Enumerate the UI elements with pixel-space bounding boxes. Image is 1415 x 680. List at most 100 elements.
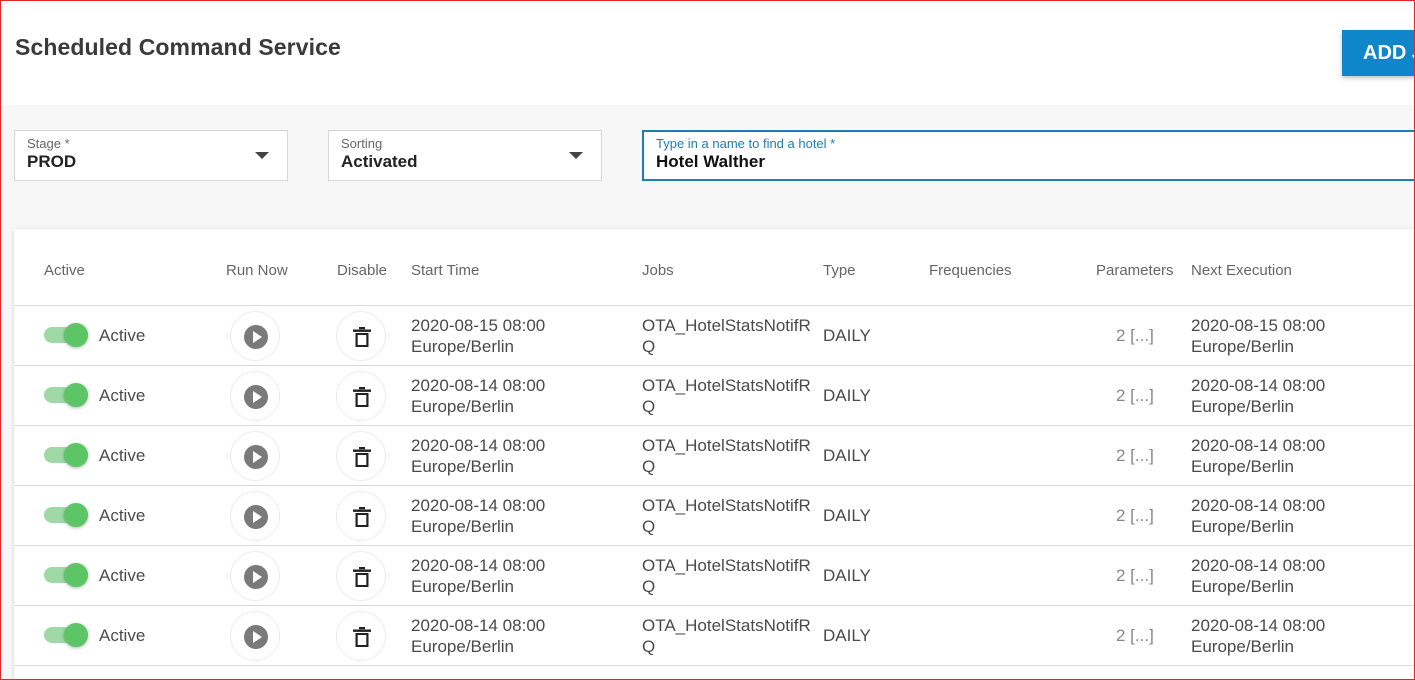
next-execution-date: 2020-08-14 08:00 (1191, 556, 1326, 575)
jobs-cell: OTA_HotelStatsNotifR Q (642, 555, 811, 597)
column-header-type[interactable]: Type (823, 262, 856, 279)
jobs-cell: OTA_HotelStatsNotifR Q (642, 435, 811, 477)
column-header-parameters[interactable]: Parameters (1096, 262, 1174, 279)
jobs-cell: OTA_HotelStatsNotifR Q (642, 495, 811, 537)
parameters-link[interactable]: 2 [...] (1116, 505, 1154, 526)
table-row: Active 2020-08-14 08:00 Europe/Berlin OTA_H… (14, 486, 1415, 546)
next-execution-cell: 2020-08-15 08:00 Europe/Berlin (1191, 315, 1325, 357)
toggle-knob (64, 443, 88, 467)
run-now-button[interactable] (230, 311, 280, 361)
type-cell: DAILY (823, 446, 871, 465)
column-header-frequencies[interactable]: Frequencies (929, 262, 1012, 279)
start-time-date: 2020-08-15 08:00 (411, 316, 546, 335)
chevron-down-icon (569, 152, 583, 159)
type-cell: DAILY (823, 326, 871, 345)
hotel-search-input[interactable] (656, 152, 1356, 172)
active-toggle[interactable] (44, 383, 90, 407)
run-now-button[interactable] (230, 371, 280, 421)
disable-button[interactable] (336, 551, 386, 601)
sorting-select-label: Sorting (341, 136, 383, 151)
play-icon (244, 445, 268, 469)
parameters-link[interactable]: 2 [...] (1116, 325, 1154, 346)
active-status-label: Active (99, 566, 146, 585)
next-execution-cell: 2020-08-14 08:00 Europe/Berlin (1191, 615, 1325, 657)
next-execution-date: 2020-08-14 08:00 (1191, 436, 1326, 455)
app-header: Scheduled Command Service ADD J (0, 0, 1415, 105)
next-execution-cell: 2020-08-14 08:00 Europe/Berlin (1191, 555, 1325, 597)
disable-button[interactable] (336, 491, 386, 541)
next-execution-cell: 2020-08-14 08:00 Europe/Berlin (1191, 435, 1325, 477)
stage-select[interactable]: Stage * PROD (14, 130, 288, 181)
start-time-date: 2020-08-14 08:00 (411, 376, 546, 395)
table-row: Active 2020-08-14 08:00 Europe/Berlin OTA_H… (14, 606, 1415, 666)
parameters-link[interactable]: 2 [...] (1116, 385, 1154, 406)
start-time-date: 2020-08-14 08:00 (411, 496, 546, 515)
play-icon (244, 325, 268, 349)
trash-icon (353, 567, 371, 587)
play-icon (244, 505, 268, 529)
active-status-label: Active (99, 386, 146, 405)
column-header-active[interactable]: Active (44, 262, 85, 279)
active-toggle[interactable] (44, 623, 90, 647)
disable-button[interactable] (336, 311, 386, 361)
run-now-button[interactable] (230, 611, 280, 661)
stage-select-label: Stage * (27, 136, 70, 151)
column-header-run-now[interactable]: Run Now (226, 262, 288, 279)
job-name-line-1: OTA_HotelStatsNotifR (642, 556, 811, 575)
start-time-cell: 2020-08-14 08:00 Europe/Berlin (411, 555, 545, 597)
add-job-button[interactable]: ADD J (1342, 30, 1415, 76)
trash-icon (353, 447, 371, 467)
start-time-date: 2020-08-14 08:00 (411, 616, 546, 635)
jobs-cell: OTA_HotelStatsNotifR Q (642, 615, 811, 657)
run-now-button[interactable] (230, 431, 280, 481)
start-time-timezone: Europe/Berlin (411, 397, 515, 416)
start-time-timezone: Europe/Berlin (411, 337, 515, 356)
start-time-date: 2020-08-14 08:00 (411, 436, 546, 455)
job-name-line-2: Q (642, 397, 656, 416)
disable-button[interactable] (336, 431, 386, 481)
jobs-cell: OTA_HotelStatsNotifR Q (642, 375, 811, 417)
next-execution-cell: 2020-08-14 08:00 Europe/Berlin (1191, 495, 1325, 537)
active-toggle[interactable] (44, 443, 90, 467)
trash-icon (353, 627, 371, 647)
start-time-cell: 2020-08-14 08:00 Europe/Berlin (411, 435, 545, 477)
start-time-timezone: Europe/Berlin (411, 457, 515, 476)
sorting-select[interactable]: Sorting Activated (328, 130, 602, 181)
parameters-link[interactable]: 2 [...] (1116, 565, 1154, 586)
next-execution-date: 2020-08-15 08:00 (1191, 316, 1326, 335)
chevron-down-icon (255, 152, 269, 159)
active-status-label: Active (99, 326, 146, 345)
disable-button[interactable] (336, 611, 386, 661)
next-execution-timezone: Europe/Berlin (1191, 637, 1295, 656)
job-name-line-1: OTA_HotelStatsNotifR (642, 316, 811, 335)
next-execution-date: 2020-08-14 08:00 (1191, 616, 1326, 635)
next-execution-timezone: Europe/Berlin (1191, 517, 1295, 536)
start-time-cell: 2020-08-14 08:00 Europe/Berlin (411, 495, 545, 537)
type-cell: DAILY (823, 626, 871, 645)
type-cell: DAILY (823, 386, 871, 405)
active-toggle[interactable] (44, 323, 90, 347)
job-name-line-2: Q (642, 457, 656, 476)
toggle-knob (64, 383, 88, 407)
next-execution-timezone: Europe/Berlin (1191, 577, 1295, 596)
run-now-button[interactable] (230, 551, 280, 601)
parameters-link[interactable]: 2 [...] (1116, 625, 1154, 646)
disable-button[interactable] (336, 371, 386, 421)
next-execution-date: 2020-08-14 08:00 (1191, 376, 1326, 395)
parameters-link[interactable]: 2 [...] (1116, 445, 1154, 466)
column-header-disable[interactable]: Disable (337, 262, 387, 279)
run-now-button[interactable] (230, 491, 280, 541)
hotel-search-field[interactable]: Type in a name to find a hotel * (642, 130, 1415, 181)
column-header-jobs[interactable]: Jobs (642, 262, 674, 279)
next-execution-cell: 2020-08-14 08:00 Europe/Berlin (1191, 375, 1325, 417)
stage-select-value: PROD (27, 152, 77, 171)
job-name-line-2: Q (642, 577, 656, 596)
next-execution-timezone: Europe/Berlin (1191, 397, 1295, 416)
column-header-start-time[interactable]: Start Time (411, 262, 479, 279)
active-toggle[interactable] (44, 563, 90, 587)
hotel-search-label: Type in a name to find a hotel * (656, 136, 836, 151)
column-header-next-execution[interactable]: Next Execution (1191, 262, 1292, 279)
toggle-knob (64, 563, 88, 587)
active-toggle[interactable] (44, 503, 90, 527)
toggle-knob (64, 323, 88, 347)
